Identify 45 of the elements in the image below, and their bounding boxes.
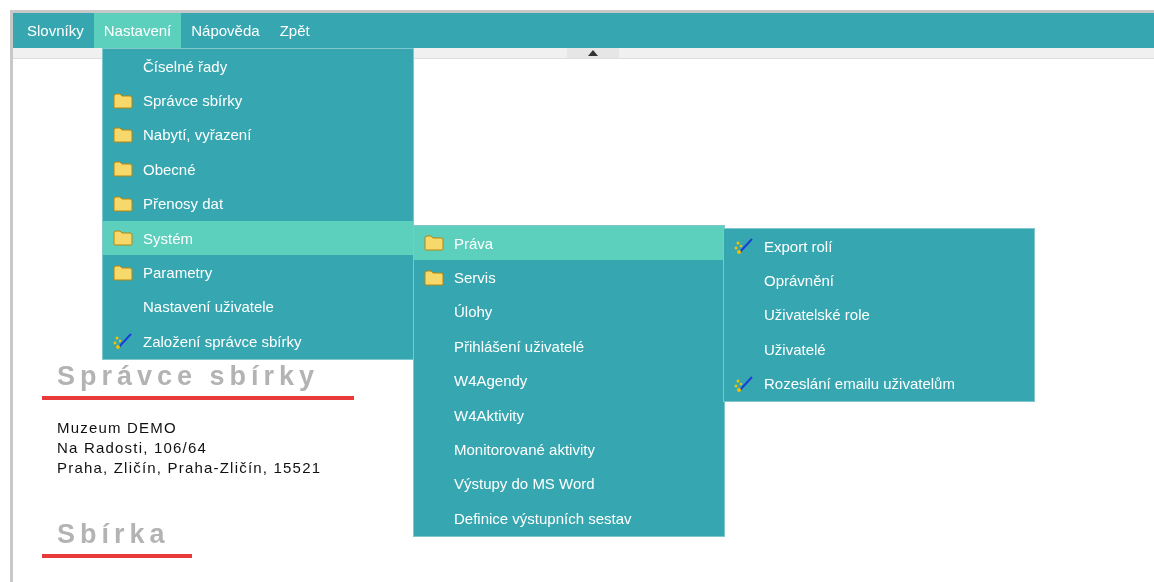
address-line: Muzeum DEMO [57, 418, 177, 438]
folder-icon [113, 264, 133, 281]
menu-item[interactable]: Obecné [103, 152, 413, 187]
menu-item[interactable]: Nabytí, vyřazení [103, 117, 413, 153]
magic-wand-icon [734, 374, 754, 393]
menu-item[interactable]: Číselné řady [103, 49, 413, 84]
menu-item[interactable]: Úlohy [414, 294, 724, 330]
folder-icon [113, 230, 133, 247]
folder-icon [424, 235, 444, 252]
folder-icon [424, 269, 444, 286]
menu-item[interactable]: Přenosy dat [103, 186, 413, 221]
menu-bar-item[interactable]: Slovníky [17, 13, 94, 48]
menu-item[interactable]: Systém [103, 220, 413, 256]
menu-item[interactable]: Výstupy do MS Word [414, 466, 724, 502]
triangle-up-icon [587, 50, 598, 56]
magic-wand-icon [113, 332, 133, 351]
menu-item[interactable]: Oprávnění [724, 263, 1034, 298]
address-line: Praha, Zličín, Praha-Zličín, 15521 [57, 458, 322, 478]
folder-icon [113, 195, 133, 212]
menu-bar-item[interactable]: Nápověda [181, 13, 270, 48]
collapse-handle[interactable] [566, 48, 619, 58]
address-line: Na Radosti, 106/64 [57, 438, 207, 458]
menu-bar-item[interactable]: Nastavení [93, 13, 182, 48]
menu-item[interactable]: Parametry [103, 255, 413, 290]
menu-item[interactable]: Export rolí [724, 229, 1034, 264]
menu-bar-item[interactable]: Zpět [269, 13, 320, 48]
folder-icon [113, 92, 133, 109]
menu-item[interactable]: Práva [414, 226, 724, 261]
menu-item[interactable]: Uživatelé [724, 332, 1034, 367]
menu-item[interactable]: Monitorované aktivity [414, 432, 724, 467]
menu-item[interactable]: Přihlášení uživatelé [414, 329, 724, 364]
menu-item[interactable]: Nastavení uživatele [103, 289, 413, 325]
menu-item[interactable]: W4Aktivity [414, 397, 724, 433]
menu-item[interactable]: Servis [414, 260, 724, 295]
menu-item[interactable]: Rozeslání emailu uživatelům [724, 366, 1034, 401]
menu-item[interactable]: Správce sbírky [103, 83, 413, 118]
magic-wand-icon [734, 237, 754, 256]
menu-item[interactable]: Definice výstupních sestav [414, 501, 724, 536]
section-heading: Správce sbírky [56, 360, 320, 392]
menu-item[interactable]: W4Agendy [414, 363, 724, 398]
menu-item[interactable]: Uživatelské role [724, 297, 1034, 333]
section-heading: Sbírka [56, 518, 170, 550]
folder-icon [113, 161, 133, 178]
folder-icon [113, 126, 133, 143]
menu-item[interactable]: Založení správce sbírky [103, 324, 413, 359]
